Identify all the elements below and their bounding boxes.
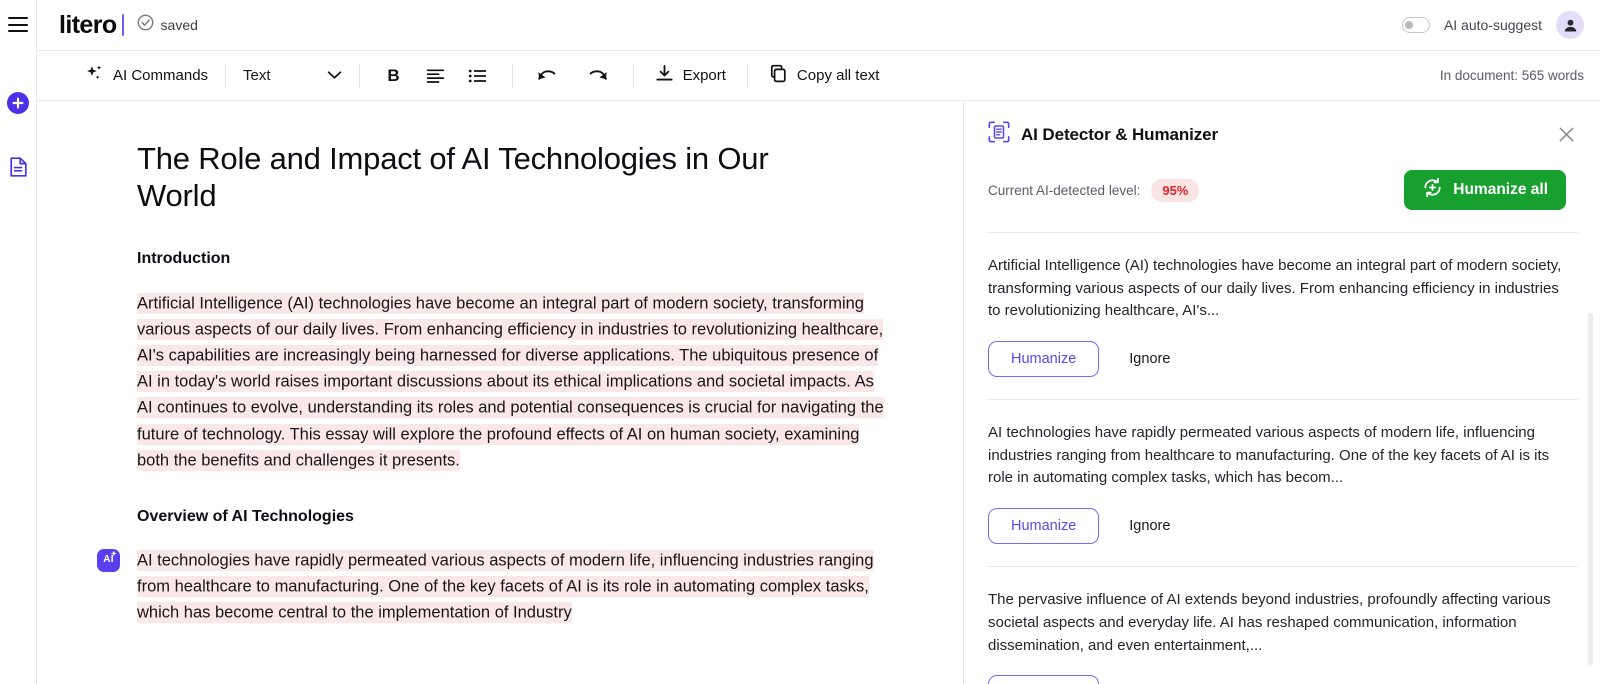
- bullet-list-icon[interactable]: [461, 61, 495, 91]
- chevron-down-icon: [327, 67, 342, 84]
- toggle-knob: [1405, 21, 1413, 29]
- hamburger-menu-icon[interactable]: [8, 17, 28, 32]
- ignore-button[interactable]: Ignore: [1125, 518, 1174, 534]
- toolbar-divider: [512, 64, 513, 88]
- export-label: Export: [683, 67, 726, 84]
- suggestion-text: AI technologies have rapidly permeated v…: [988, 422, 1578, 490]
- suggestion-text: Artificial Intelligence (AI) technologie…: [988, 255, 1578, 323]
- ai-suggestion-badge[interactable]: AI ✦: [97, 549, 120, 572]
- left-rail: [0, 0, 37, 684]
- ai-auto-suggest-label: AI auto-suggest: [1444, 17, 1542, 33]
- humanize-all-button[interactable]: Humanize all: [1404, 170, 1566, 210]
- ai-commands-label: AI Commands: [113, 67, 208, 84]
- copy-all-text-label: Copy all text: [797, 67, 880, 84]
- ai-level-row: Current AI-detected level: 95% Humanize: [988, 170, 1578, 210]
- toolbar-divider: [633, 64, 634, 88]
- suggestion-text: The pervasive influence of AI extends be…: [988, 589, 1578, 657]
- paragraph-introduction: Artificial Intelligence (AI) technologie…: [137, 290, 885, 473]
- status-badge: 95%: [1151, 179, 1199, 202]
- ai-auto-suggest-toggle[interactable]: [1402, 17, 1430, 33]
- copy-icon: [769, 64, 788, 87]
- humanize-all-label: Humanize all: [1453, 181, 1548, 199]
- body-area: The Role and Impact of AI Technologies i…: [37, 101, 1600, 684]
- humanize-button[interactable]: Humanize: [988, 508, 1099, 544]
- page-title: The Role and Impact of AI Technologies i…: [137, 141, 837, 214]
- list-item: The pervasive influence of AI extends be…: [988, 566, 1578, 684]
- redo-arrow-icon[interactable]: [582, 61, 616, 91]
- app-root: litero saved AI auto-suggest: [0, 0, 1600, 684]
- panel-header: AI Detector & Humanizer Current AI-detec…: [964, 101, 1600, 210]
- list-item: AI technologies have rapidly permeated v…: [988, 399, 1578, 566]
- document-editor[interactable]: The Role and Impact of AI Technologies i…: [37, 101, 963, 684]
- check-circle-icon: [137, 14, 154, 36]
- ai-highlighted-text: AI technologies have rapidly permeated v…: [137, 550, 874, 623]
- ai-scan-document-icon: [988, 121, 1010, 148]
- brand-logo[interactable]: litero: [59, 11, 117, 40]
- suggestion-actions: Humanize Ignore: [988, 341, 1578, 399]
- ignore-button[interactable]: Ignore: [1125, 351, 1174, 367]
- header-right-group: AI auto-suggest: [1402, 11, 1584, 39]
- save-status: saved: [137, 14, 198, 36]
- toolbar-divider: [359, 64, 360, 88]
- ai-detector-panel: AI Detector & Humanizer Current AI-detec…: [963, 101, 1600, 684]
- brand-caret-divider: [122, 14, 124, 36]
- ai-commands-button[interactable]: AI Commands: [85, 64, 208, 88]
- humanize-button[interactable]: Humanize: [988, 341, 1099, 377]
- sparkle-icon: ✦: [111, 551, 117, 558]
- editor-toolbar: AI Commands Text B: [37, 51, 1600, 101]
- panel-title: AI Detector & Humanizer: [1021, 125, 1218, 145]
- text-style-select[interactable]: Text: [243, 67, 342, 84]
- sparkles-icon: [85, 64, 104, 88]
- panel-scrollbar[interactable]: [1588, 313, 1593, 666]
- refresh-plus-icon: [1422, 177, 1443, 203]
- align-left-icon[interactable]: [419, 61, 453, 91]
- humanize-button[interactable]: Humanize: [988, 675, 1099, 684]
- copy-all-text-button[interactable]: Copy all text: [765, 64, 884, 87]
- list-item: Artificial Intelligence (AI) technologie…: [988, 233, 1578, 399]
- avatar[interactable]: [1556, 11, 1584, 39]
- toolbar-divider: [225, 64, 226, 88]
- undo-arrow-icon[interactable]: [530, 61, 564, 91]
- close-icon[interactable]: [1555, 123, 1578, 146]
- ai-highlighted-text: Artificial Intelligence (AI) technologie…: [137, 293, 884, 471]
- top-header-bar: litero saved AI auto-suggest: [37, 0, 1600, 51]
- paragraph-overview: AI ✦ AI technologies have rapidly permea…: [137, 548, 885, 627]
- export-button[interactable]: Export: [651, 64, 730, 87]
- suggestion-actions: Humanize Ignore: [988, 675, 1578, 684]
- section-heading-overview: Overview of AI Technologies: [137, 508, 903, 526]
- main-column: litero saved AI auto-suggest: [37, 0, 1600, 684]
- section-heading-introduction: Introduction: [137, 250, 903, 268]
- download-icon: [655, 64, 674, 87]
- save-status-label: saved: [161, 17, 198, 33]
- panel-title-row: AI Detector & Humanizer: [988, 121, 1578, 148]
- document-icon[interactable]: [10, 157, 27, 177]
- text-style-value: Text: [243, 67, 271, 84]
- ai-level-label: Current AI-detected level:: [988, 183, 1140, 198]
- suggestion-list: Artificial Intelligence (AI) technologie…: [964, 233, 1600, 684]
- bold-button[interactable]: B: [377, 61, 411, 91]
- word-count-label: In document: 565 words: [1440, 68, 1584, 83]
- toolbar-divider: [747, 64, 748, 88]
- plus-circle-icon[interactable]: [7, 92, 29, 114]
- suggestion-actions: Humanize Ignore: [988, 508, 1578, 566]
